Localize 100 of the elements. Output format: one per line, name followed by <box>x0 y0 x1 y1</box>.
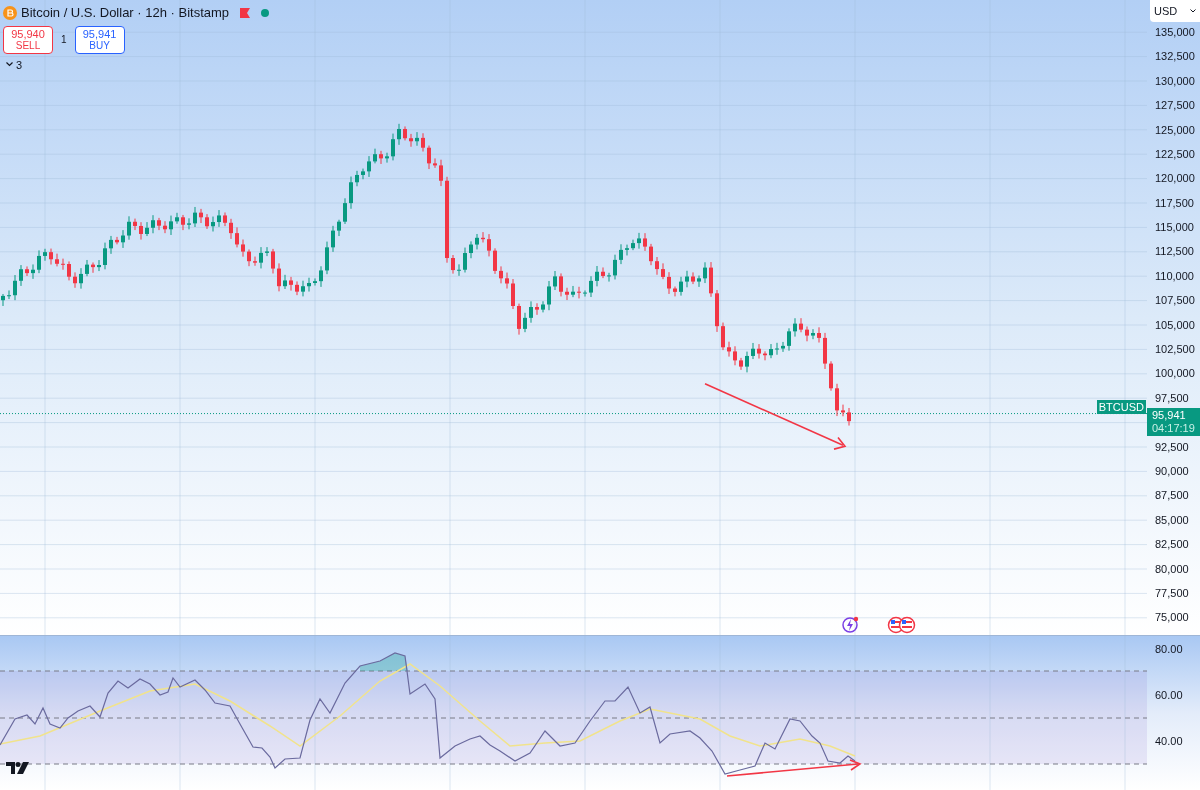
candlestick <box>481 231 485 243</box>
candlestick <box>439 159 443 187</box>
price-text: 95,941 <box>1152 409 1187 423</box>
bitcoin-icon <box>3 5 17 20</box>
candlestick <box>835 383 839 417</box>
candlestick <box>49 248 53 266</box>
candlestick <box>523 312 527 333</box>
candlestick <box>499 265 503 284</box>
candlestick <box>493 247 497 275</box>
axis-label: 110,000 <box>1155 268 1194 284</box>
candlestick <box>319 265 323 288</box>
candlestick <box>151 214 155 234</box>
candlestick <box>157 217 161 231</box>
candlestick <box>379 150 383 165</box>
candlestick <box>565 287 569 301</box>
candlestick <box>535 302 539 316</box>
candlestick <box>841 404 845 417</box>
candlestick <box>415 131 419 147</box>
candlestick <box>229 218 233 240</box>
axis-label: 122,500 <box>1155 146 1195 162</box>
axis-label: 117,500 <box>1155 195 1194 211</box>
candlestick <box>823 332 827 370</box>
candlestick <box>187 217 191 230</box>
candlestick <box>583 289 587 298</box>
candlestick <box>829 360 833 392</box>
candlestick <box>589 275 593 298</box>
candlestick <box>757 343 761 360</box>
candlestick <box>193 206 197 228</box>
candlestick <box>625 244 629 256</box>
spread-text: 1 <box>61 33 67 47</box>
candlestick <box>601 266 605 279</box>
candlestick <box>769 343 773 359</box>
candlestick <box>661 262 665 280</box>
candlestick <box>373 148 377 164</box>
candlestick <box>511 278 515 310</box>
axis-label: 105,000 <box>1155 317 1195 333</box>
candlestick <box>427 145 431 170</box>
candlestick <box>655 256 659 276</box>
candlestick <box>673 286 677 297</box>
symbol-label: BTCUSD <box>1096 400 1146 414</box>
candlestick <box>79 267 83 290</box>
candlestick <box>727 341 731 358</box>
axis-label: 135,000 <box>1155 24 1195 40</box>
candlestick <box>697 275 701 288</box>
candlestick <box>607 272 611 283</box>
candlestick <box>265 246 269 257</box>
chevron-down-icon <box>6 62 13 68</box>
axis-label: 132,500 <box>1155 49 1195 65</box>
lightning-icon[interactable] <box>840 616 860 634</box>
axis-label: 92,500 <box>1155 439 1189 455</box>
logo-icon[interactable] <box>6 762 30 774</box>
axis-label: 130,000 <box>1155 73 1195 89</box>
candlestick <box>301 280 305 297</box>
candlestick <box>433 157 437 169</box>
candlestick <box>67 260 71 281</box>
candlestick <box>259 246 263 269</box>
candlestick <box>805 326 809 342</box>
buy-button[interactable]: 95,941 BUY <box>74 25 125 54</box>
candlestick <box>283 274 287 290</box>
candlestick <box>337 219 341 237</box>
candlestick <box>199 208 203 224</box>
candlestick <box>277 262 281 292</box>
indicators-toggle[interactable]: 3 <box>3 56 270 73</box>
axis-label: 107,500 <box>1155 293 1195 309</box>
candlestick <box>121 229 125 249</box>
candlestick <box>313 277 317 286</box>
candlestick <box>145 221 149 237</box>
sell-button[interactable]: 95,940 SELL <box>3 25 53 54</box>
candlestick <box>169 215 173 236</box>
flag-icon[interactable] <box>887 616 917 634</box>
candlestick <box>781 341 785 353</box>
candlestick <box>529 300 533 324</box>
candlestick <box>391 133 395 161</box>
chevron-down-icon <box>1190 9 1196 13</box>
candlestick <box>25 265 29 277</box>
candlestick <box>115 236 119 245</box>
candlestick <box>421 132 425 153</box>
axis-label: 112,500 <box>1155 244 1194 260</box>
axis-label: 40.00 <box>1155 733 1184 749</box>
candlestick <box>43 248 47 262</box>
flag-icon <box>239 6 252 19</box>
candlestick <box>775 342 779 356</box>
axis-label: 77,500 <box>1155 585 1189 601</box>
symbol-title[interactable]: Bitcoin / U.S. Dollar · 12h · Bitstamp <box>21 3 230 23</box>
candlestick <box>739 357 743 371</box>
candlestick <box>61 258 65 271</box>
candlestick <box>139 221 143 241</box>
candlestick <box>709 261 713 298</box>
axis-label: 87,500 <box>1155 488 1189 504</box>
candlestick <box>355 170 359 187</box>
candlestick <box>517 303 521 336</box>
candlestick <box>811 328 815 340</box>
candlestick <box>715 289 719 333</box>
candlestick <box>679 276 683 297</box>
candlestick <box>97 259 101 272</box>
candlestick <box>241 239 245 258</box>
candlestick <box>595 265 599 287</box>
candlestick <box>763 350 767 361</box>
axis-label: 82,500 <box>1155 537 1189 553</box>
currency-dropdown[interactable]: USD <box>1150 0 1200 22</box>
